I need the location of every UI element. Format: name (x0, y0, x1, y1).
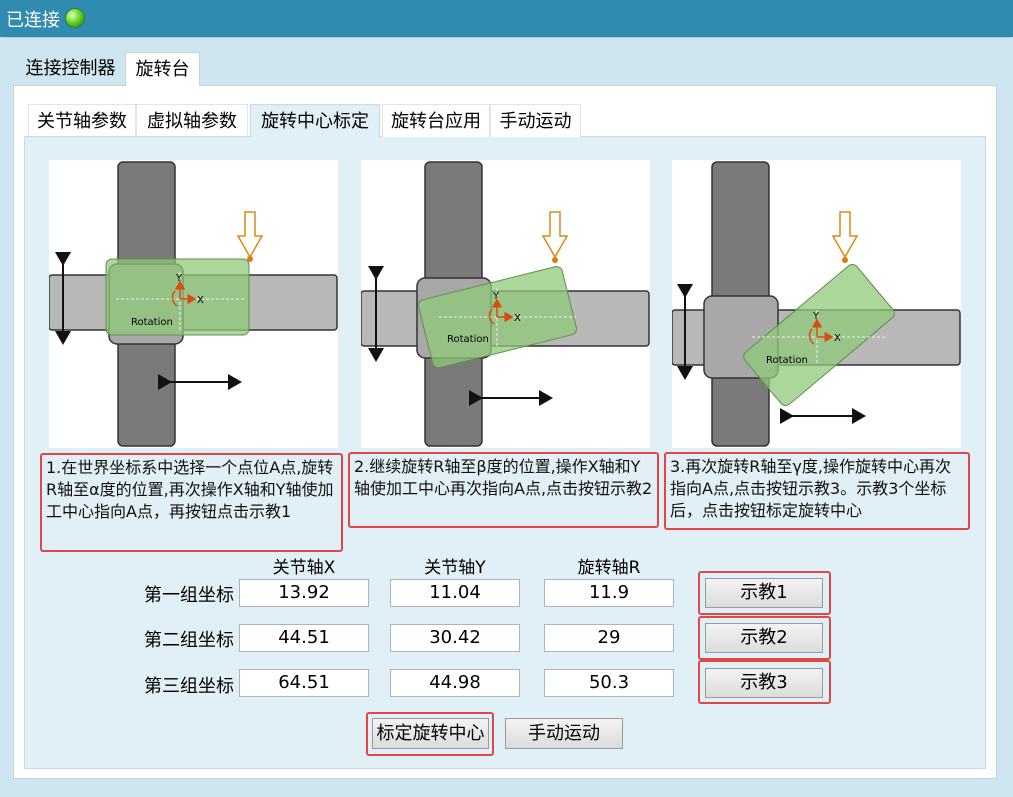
rotation-label: Rotation (131, 317, 173, 328)
group-2-r-input[interactable]: 29 (544, 624, 674, 652)
row-label-group-1: 第一组坐标 (144, 585, 234, 606)
axis-x-label: X (834, 333, 841, 344)
row-label-group-3: 第三组坐标 (144, 676, 234, 697)
rotation-label: Rotation (766, 355, 808, 366)
axis-y-label: Y (492, 291, 500, 302)
diagram-step-2: X Y Rotation (360, 160, 650, 448)
group-2-y-input[interactable]: 30.42 (390, 624, 520, 652)
manual-motion-button[interactable]: 手动运动 (505, 718, 623, 749)
connection-status: 已连接 (6, 10, 60, 31)
axis-y-label: Y (812, 311, 820, 322)
step-3-instruction: 3.再次旋转R轴至γ度,操作旋转中心再次指向A点,点击按钮示教3。示教3个坐标后… (664, 452, 970, 530)
column-header-rotary-r: 旋转轴R (577, 558, 641, 578)
axis-x-label: X (197, 295, 204, 306)
diagram-step-3: X Y Rotation (671, 160, 961, 448)
status-led-icon (66, 9, 84, 27)
group-3-x-input[interactable]: 64.51 (239, 669, 369, 697)
tab-rotary-table-application[interactable]: 旋转台应用 (382, 104, 490, 137)
column-header-joint-x: 关节轴X (272, 558, 336, 578)
diagram-step-1: X Y Rotation (48, 160, 338, 448)
column-header-joint-y: 关节轴Y (424, 558, 486, 578)
tab-connect-controller[interactable]: 连接控制器 (16, 52, 125, 86)
group-3-y-input[interactable]: 44.98 (390, 669, 520, 697)
group-1-y-input[interactable]: 11.04 (390, 579, 520, 607)
teach-1-button[interactable]: 示教1 (705, 578, 823, 608)
group-3-r-input[interactable]: 50.3 (544, 669, 674, 697)
step-2-instruction: 2.继续旋转R轴至β度的位置,操作X轴和Y轴使加工中心再次指向A点,点击按钮示教… (348, 452, 659, 528)
tab-rotation-center-calibration[interactable]: 旋转中心标定 (250, 104, 380, 138)
tab-joint-axis-params[interactable]: 关节轴参数 (28, 104, 136, 137)
teach-3-button[interactable]: 示教3 (705, 668, 823, 698)
group-2-x-input[interactable]: 44.51 (239, 624, 369, 652)
tab-manual-motion[interactable]: 手动运动 (490, 104, 581, 137)
group-1-r-input[interactable]: 11.9 (544, 579, 674, 607)
axis-y-label: Y (175, 273, 183, 284)
axis-x-label: X (514, 313, 521, 324)
rotation-label: Rotation (447, 334, 489, 345)
calibrate-rotation-center-button[interactable]: 标定旋转中心 (372, 718, 489, 749)
title-bar: 已连接 (0, 0, 1013, 37)
step-1-instruction: 1.在世界坐标系中选择一个点位A点,旋转R轴至α度的位置,再次操作X轴和Y轴使加… (40, 453, 343, 552)
tab-rotary-table[interactable]: 旋转台 (125, 52, 200, 86)
tab-virtual-axis-params[interactable]: 虚拟轴参数 (136, 104, 248, 137)
teach-2-button[interactable]: 示教2 (705, 623, 823, 653)
group-1-x-input[interactable]: 13.92 (239, 579, 369, 607)
row-label-group-2: 第二组坐标 (144, 630, 234, 651)
